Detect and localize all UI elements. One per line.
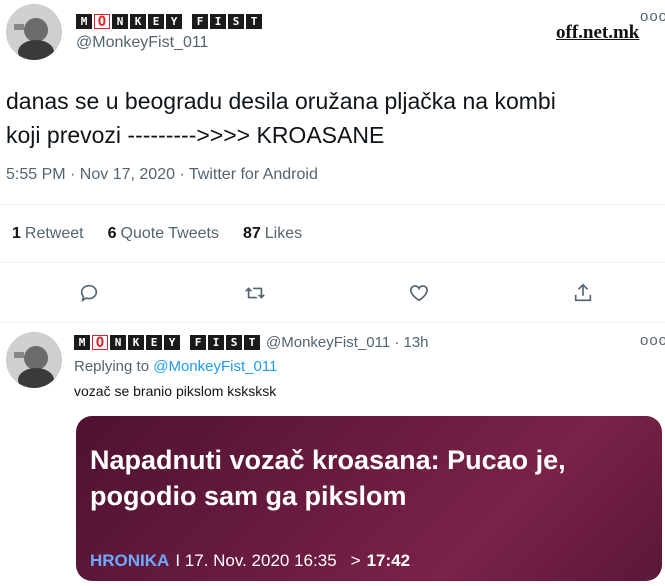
reply-header: M O N K E Y F I S T @MonkeyFist_011 · 13… xyxy=(74,334,429,351)
like-button[interactable] xyxy=(402,276,436,310)
brand-letter: Y xyxy=(166,14,182,29)
retweet-icon xyxy=(245,287,265,299)
tweet-meta[interactable]: 5:55 PM · Nov 17, 2020 · Twitter for And… xyxy=(6,166,318,184)
tweet-text-line: danas se u beogradu desila oružana pljač… xyxy=(6,88,556,114)
reply-button[interactable] xyxy=(72,276,106,310)
brand-letter: Y xyxy=(164,335,180,350)
brand-logo[interactable]: M O N K E Y F I S T xyxy=(76,14,262,30)
avatar[interactable] xyxy=(6,4,62,60)
divider xyxy=(0,204,665,205)
card-date: I 17. Nov. 2020 16:35 xyxy=(175,551,337,570)
brand-letter: K xyxy=(128,335,144,350)
more-options-icon[interactable]: ooo xyxy=(640,8,665,25)
retweet-button[interactable] xyxy=(238,276,272,310)
card-footer: HRONIKA I 17. Nov. 2020 16:35 > 17:42 xyxy=(90,551,410,571)
card-title: Napadnuti vozač kroasana: Pucao je, pogo… xyxy=(90,445,566,511)
quotes-count: 6 xyxy=(107,225,117,242)
share-icon xyxy=(574,283,592,302)
brand-letter: O xyxy=(92,335,108,351)
retweets-count: 1 xyxy=(12,225,21,242)
card-arrow: > xyxy=(350,551,361,570)
reply-icon xyxy=(80,284,98,303)
replying-handle-link[interactable]: @MonkeyFist_011 xyxy=(153,358,277,375)
brand-letter: E xyxy=(146,335,162,350)
card-category: HRONIKA xyxy=(90,551,170,570)
brand-letter: T xyxy=(246,14,262,29)
link-card[interactable]: Napadnuti vozač kroasana: Pucao je, pogo… xyxy=(76,416,662,581)
tweet-text: danas se u beogradu desila oružana pljač… xyxy=(6,84,656,152)
reply-text: vozač se branio pikslom ksksksk xyxy=(74,383,277,399)
card-time: 17:42 xyxy=(366,551,411,570)
replying-to: Replying to @MonkeyFist_011 xyxy=(74,358,277,375)
divider xyxy=(0,322,665,323)
divider xyxy=(0,262,665,263)
share-button[interactable] xyxy=(566,276,600,310)
brand-letter: N xyxy=(112,14,128,29)
tweet-actions xyxy=(0,276,665,310)
likes-label: Likes xyxy=(264,225,303,242)
brand-letter: S xyxy=(228,14,244,29)
more-options-icon[interactable]: ooo xyxy=(640,332,665,349)
brand-letter: I xyxy=(208,335,224,350)
quote-tweets-stat[interactable]: 6 Quote Tweets xyxy=(108,225,219,243)
tweet-stats: 1 Retweet 6 Quote Tweets 87 Likes xyxy=(12,225,302,243)
like-icon xyxy=(409,285,429,302)
replying-prefix: Replying to xyxy=(74,358,150,375)
brand-letter: F xyxy=(190,335,206,350)
tweet-text-line: koji prevozi --------->>>> KROASANE xyxy=(6,122,385,148)
user-handle[interactable]: @MonkeyFist_011 xyxy=(76,34,208,52)
likes-stat[interactable]: 87 Likes xyxy=(243,225,302,243)
retweets-label: Retweet xyxy=(24,225,84,242)
brand-logo[interactable]: M O N K E Y F I S T xyxy=(74,335,260,351)
brand-letter: O xyxy=(94,14,110,30)
brand-letter: M xyxy=(76,14,92,29)
brand-letter: I xyxy=(210,14,226,29)
brand-letter: S xyxy=(226,335,242,350)
brand-letter: T xyxy=(244,335,260,350)
retweets-stat[interactable]: 1 Retweet xyxy=(12,225,84,243)
brand-letter: K xyxy=(130,14,146,29)
watermark: off.net.mk xyxy=(556,22,640,43)
quotes-label: Quote Tweets xyxy=(120,225,219,242)
likes-count: 87 xyxy=(242,225,261,242)
avatar[interactable] xyxy=(6,332,62,388)
brand-letter: M xyxy=(74,335,90,350)
brand-letter: N xyxy=(110,335,126,350)
brand-letter: E xyxy=(148,14,164,29)
brand-letter: F xyxy=(192,14,208,29)
reply-handle-time[interactable]: @MonkeyFist_011 · 13h xyxy=(266,334,429,351)
